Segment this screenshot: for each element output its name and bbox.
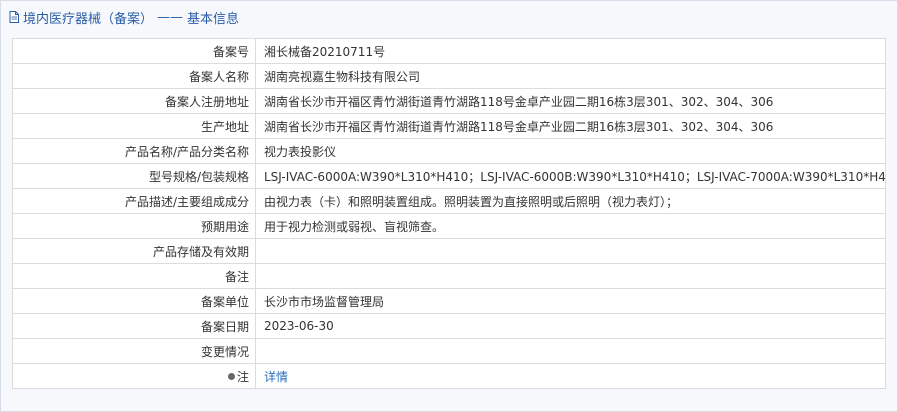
title-separator: —— [157, 9, 184, 25]
document-icon [9, 11, 19, 23]
table-row: 备注 [12, 263, 886, 289]
row-value-registration-number: 湘长械备20210711号 [255, 38, 886, 64]
row-value-storage-validity [255, 238, 886, 264]
details-link[interactable]: 详情 [264, 370, 288, 384]
row-label-product-description: 产品描述/主要组成成分 [12, 188, 256, 214]
row-label-registrant-name: 备案人名称 [12, 63, 256, 89]
table-row: 备案号 湘长械备20210711号 [12, 38, 886, 64]
page-title: 境内医疗器械（备案） —— 基本信息 [9, 7, 239, 27]
row-label-production-address: 生产地址 [12, 113, 256, 139]
row-label-remarks: 备注 [12, 263, 256, 289]
row-label-change-status: 变更情况 [12, 338, 256, 364]
row-value-registered-address: 湖南省长沙市开福区青竹湖街道青竹湖路118号金卓产业园二期16栋3层301、30… [255, 88, 886, 114]
note-label-text: 注 [236, 369, 249, 384]
row-value-registrant-name: 湖南亮视嘉生物科技有限公司 [255, 63, 886, 89]
table-row: 产品存储及有效期 [12, 238, 886, 264]
table-row: 产品名称/产品分类名称 视力表投影仪 [12, 138, 886, 164]
row-value-model-spec: LSJ-IVAC-6000A:W390*L310*H410；LSJ-IVAC-6… [255, 163, 886, 189]
table-row: 备案单位 长沙市市场监督管理局 [12, 288, 886, 314]
page-frame: 境内医疗器械（备案） —— 基本信息 备案号 湘长械备20210711号 备案人… [0, 0, 898, 412]
row-value-production-address: 湖南省长沙市开福区青竹湖街道青竹湖路118号金卓产业园二期16栋3层301、30… [255, 113, 886, 139]
table-row: 备案人注册地址 湖南省长沙市开福区青竹湖街道青竹湖路118号金卓产业园二期16栋… [12, 88, 886, 114]
bullet-icon [227, 372, 235, 380]
table-row: 型号规格/包装规格 LSJ-IVAC-6000A:W390*L310*H410；… [12, 163, 886, 189]
row-value-product-name: 视力表投影仪 [255, 138, 886, 164]
table-row: 变更情况 [12, 338, 886, 364]
table-row: 备案人名称 湖南亮视嘉生物科技有限公司 [12, 63, 886, 89]
page-title-main: 境内医疗器械（备案） [23, 11, 154, 27]
row-label-storage-validity: 产品存储及有效期 [12, 238, 256, 264]
table-row: 备案日期 2023-06-30 [12, 313, 886, 339]
row-label-registration-number: 备案号 [12, 38, 256, 64]
table-row: 生产地址 湖南省长沙市开福区青竹湖街道青竹湖路118号金卓产业园二期16栋3层3… [12, 113, 886, 139]
row-value-remarks [255, 263, 886, 289]
row-value-filing-unit: 长沙市市场监督管理局 [255, 288, 886, 314]
row-label-intended-use: 预期用途 [12, 213, 256, 239]
row-label-registered-address: 备案人注册地址 [12, 88, 256, 114]
info-table-wrapper: 备案号 湘长械备20210711号 备案人名称 湖南亮视嘉生物科技有限公司 备案… [12, 38, 886, 389]
table-row: 产品描述/主要组成成分 由视力表（卡）和照明装置组成。照明装置为直接照明或后照明… [12, 188, 886, 214]
row-value-intended-use: 用于视力检测或弱视、盲视筛查。 [255, 213, 886, 239]
row-label-note: 注 [12, 363, 256, 389]
table-row: 预期用途 用于视力检测或弱视、盲视筛查。 [12, 213, 886, 239]
row-value-filing-date: 2023-06-30 [255, 313, 886, 339]
info-table: 备案号 湘长械备20210711号 备案人名称 湖南亮视嘉生物科技有限公司 备案… [12, 38, 886, 389]
row-label-product-name: 产品名称/产品分类名称 [12, 138, 256, 164]
row-label-filing-date: 备案日期 [12, 313, 256, 339]
table-row: 注 详情 [12, 363, 886, 389]
page-title-sub: 基本信息 [187, 11, 240, 27]
row-value-note: 详情 [255, 363, 886, 389]
row-label-model-spec: 型号规格/包装规格 [12, 163, 256, 189]
row-value-product-description: 由视力表（卡）和照明装置组成。照明装置为直接照明或后照明（视力表灯）； [255, 188, 886, 214]
row-label-filing-unit: 备案单位 [12, 288, 256, 314]
row-value-change-status [255, 338, 886, 364]
